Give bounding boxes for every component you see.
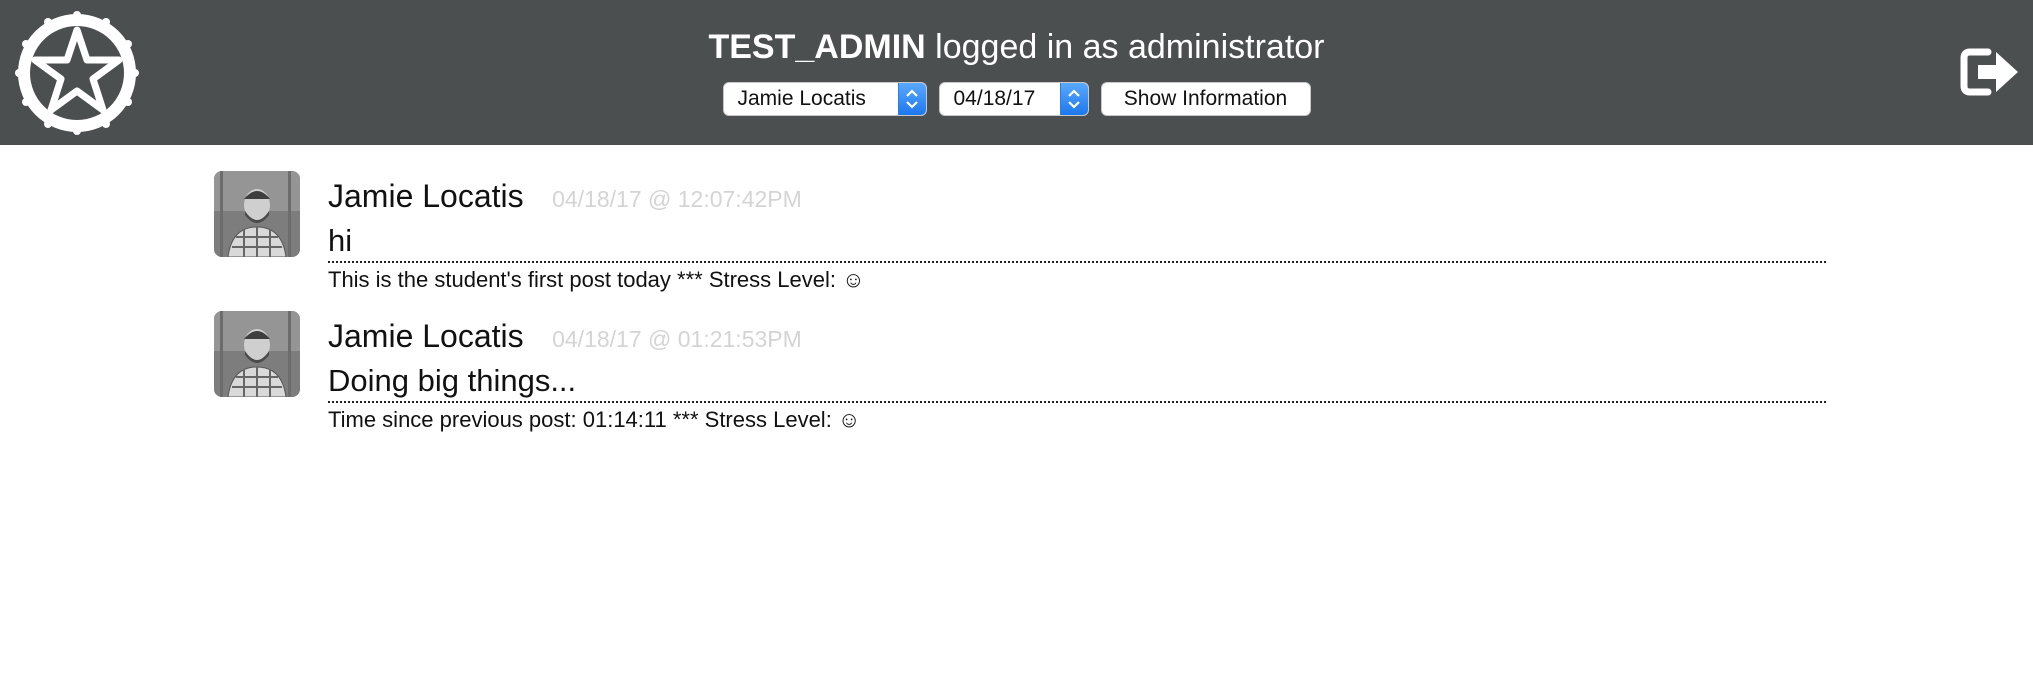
post-body: Jamie Locatis 04/18/17 @ 12:07:42PM hi T… (328, 171, 1826, 297)
chevron-updown-icon[interactable] (1059, 83, 1088, 115)
filter-controls: Jamie Locatis 04/18/17 Show Information (0, 82, 2033, 116)
chevron-updown-icon[interactable] (897, 83, 926, 115)
post-message: Doing big things... (328, 361, 1826, 403)
post-author: Jamie Locatis (328, 178, 524, 214)
student-select[interactable]: Jamie Locatis (722, 82, 927, 116)
date-select-value: 04/18/17 (953, 87, 1036, 110)
post-timestamp: 04/18/17 @ 12:07:42PM (552, 186, 802, 212)
student-select-value: Jamie Locatis (737, 87, 866, 110)
post-timestamp: 04/18/17 @ 01:21:53PM (552, 326, 802, 352)
role-text: logged in as administrator (935, 28, 1325, 66)
post-meta: Time since previous post: 01:14:11 *** S… (328, 407, 861, 432)
avatar (214, 311, 300, 397)
logout-icon[interactable] (1960, 46, 2020, 98)
page-title: TEST_ADMIN logged in as administrator (0, 24, 2033, 70)
date-select[interactable]: 04/18/17 (938, 82, 1089, 116)
post-author: Jamie Locatis (328, 318, 524, 354)
show-information-button[interactable]: Show Information (1100, 82, 1311, 116)
avatar (214, 171, 300, 257)
post-header: Jamie Locatis 04/18/17 @ 01:21:53PM (328, 311, 1826, 361)
post-header: Jamie Locatis 04/18/17 @ 12:07:42PM (328, 171, 1826, 221)
top-bar: TEST_ADMIN logged in as administrator Ja… (0, 0, 2033, 145)
post-body: Jamie Locatis 04/18/17 @ 01:21:53PM Doin… (328, 311, 1826, 437)
post-message: hi (328, 221, 1826, 263)
admin-username: TEST_ADMIN (708, 28, 926, 66)
post-meta: This is the student's first post today *… (328, 267, 865, 292)
